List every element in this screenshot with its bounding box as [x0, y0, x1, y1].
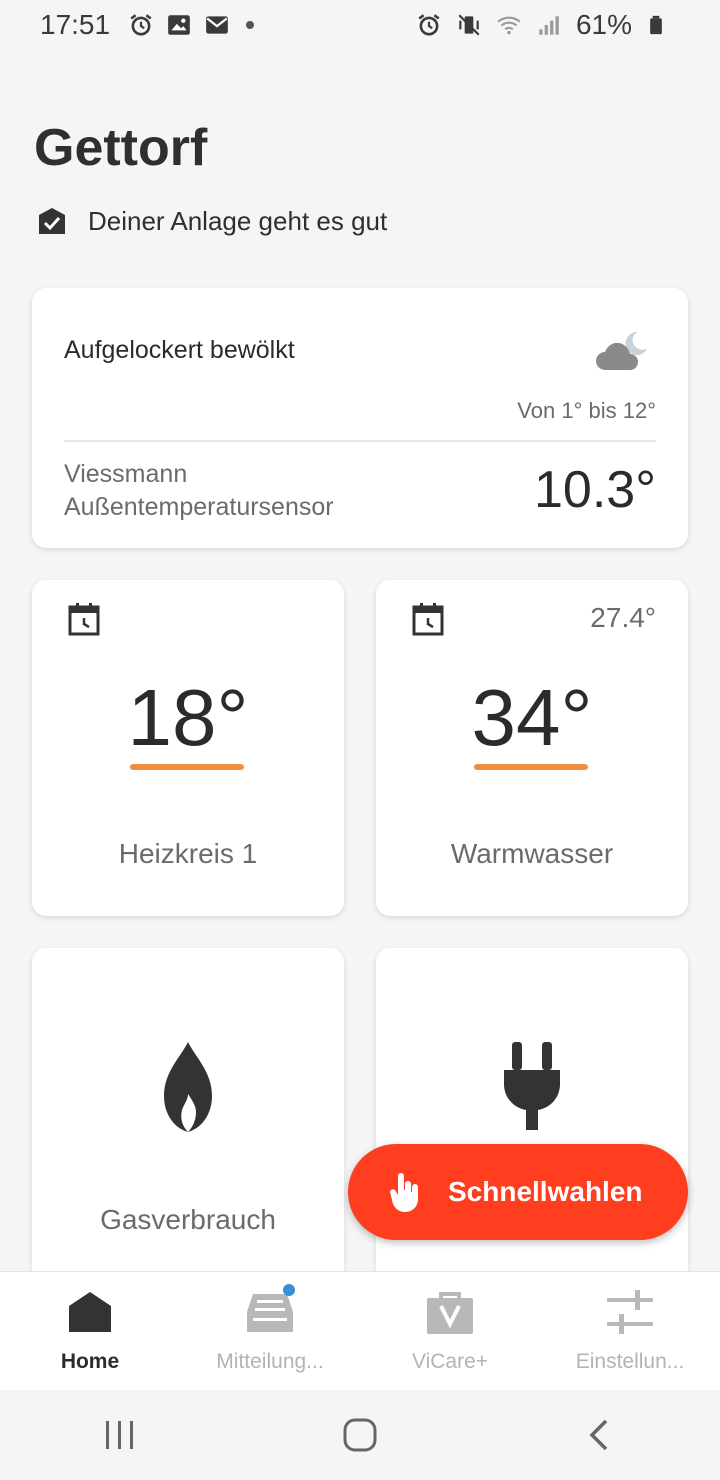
calendar-clock-icon [412, 602, 444, 636]
back-button[interactable] [570, 1405, 630, 1465]
bottom-navigation: Home Mitteilung... ViCare+ Einstellun... [0, 1272, 720, 1390]
weather-card[interactable]: Aufgelockert bewölkt Von 1° bis 12° Vies… [32, 288, 688, 548]
nav-messages[interactable]: Mitteilung... [180, 1272, 360, 1390]
nav-settings-label: Einstellun... [575, 1350, 685, 1373]
signal-icon [536, 12, 562, 38]
cloud-moon-icon [594, 328, 658, 374]
check-badge-icon [36, 205, 68, 237]
nav-home[interactable]: Home [0, 1272, 180, 1390]
sliders-icon [605, 1288, 655, 1336]
alarm-icon [416, 12, 442, 38]
heating-circuit-tile[interactable]: 18° Heizkreis 1 [32, 580, 344, 916]
sensor-name-line1: Viessmann [64, 460, 188, 488]
system-status: Deiner Anlage geht es gut [36, 205, 387, 237]
mail-icon [204, 12, 230, 38]
hot-water-label: Warmwasser [450, 838, 614, 869]
power-consumption-tile[interactable] [376, 948, 688, 1308]
page-title: Gettorf [34, 119, 208, 177]
plug-icon [502, 1040, 562, 1136]
flame-icon [158, 1040, 218, 1136]
quick-actions-label: Schnellwahlen [448, 1176, 643, 1207]
home-system-button[interactable] [330, 1405, 390, 1465]
weather-condition: Aufgelockert bewölkt [64, 336, 295, 364]
divider [64, 440, 656, 442]
bag-icon [425, 1288, 475, 1336]
heating-circuit-label: Heizkreis 1 [118, 838, 258, 869]
hot-water-tile[interactable]: 27.4° 34° Warmwasser [376, 580, 688, 916]
nav-settings[interactable]: Einstellun... [540, 1272, 720, 1390]
temperature-range: Von 1° bis 12° [517, 398, 656, 423]
back-chevron-icon [589, 1419, 608, 1451]
hot-water-setpoint: 34° [471, 673, 593, 762]
hot-water-accent-bar [474, 764, 588, 770]
system-status-text: Deiner Anlage geht es gut [88, 205, 388, 236]
home-icon [65, 1288, 115, 1336]
nav-vicare-plus-label: ViCare+ [411, 1350, 489, 1373]
sensor-name-line2: Außentemperatursensor [64, 493, 334, 521]
clock: 17:51 [40, 9, 111, 40]
heating-setpoint: 18° [127, 673, 249, 762]
calendar-clock-icon [68, 602, 100, 636]
home-circle-icon [343, 1418, 377, 1452]
alarm-icon [128, 12, 154, 38]
sensor-name: Viessmann Außentemperatursensor [64, 458, 334, 524]
hot-water-current-temp: 27.4° [590, 602, 656, 633]
notification-dot [246, 21, 255, 29]
status-bar: 17:51 61% [0, 0, 720, 50]
quick-actions-button[interactable]: Schnellwahlen [348, 1144, 688, 1240]
messages-badge [283, 1284, 295, 1296]
battery-percent: 61% [575, 9, 632, 40]
nav-vicare-plus[interactable]: ViCare+ [360, 1272, 540, 1390]
hand-pointer-icon [388, 1172, 422, 1212]
recent-apps-icon [106, 1421, 133, 1449]
heating-accent-bar [130, 764, 244, 770]
nav-home-label: Home [60, 1350, 120, 1373]
system-navigation-bar [0, 1390, 720, 1480]
gas-consumption-label: Gasverbrauch [100, 1204, 276, 1235]
battery-icon [646, 12, 672, 38]
wifi-icon [496, 12, 522, 38]
vibrate-mute-icon [456, 12, 482, 38]
outside-temperature: 10.3° [533, 461, 656, 519]
recent-apps-button[interactable] [90, 1405, 150, 1465]
gas-consumption-tile[interactable]: Gasverbrauch [32, 948, 344, 1308]
nav-messages-label: Mitteilung... [216, 1350, 324, 1373]
image-icon [166, 12, 192, 38]
